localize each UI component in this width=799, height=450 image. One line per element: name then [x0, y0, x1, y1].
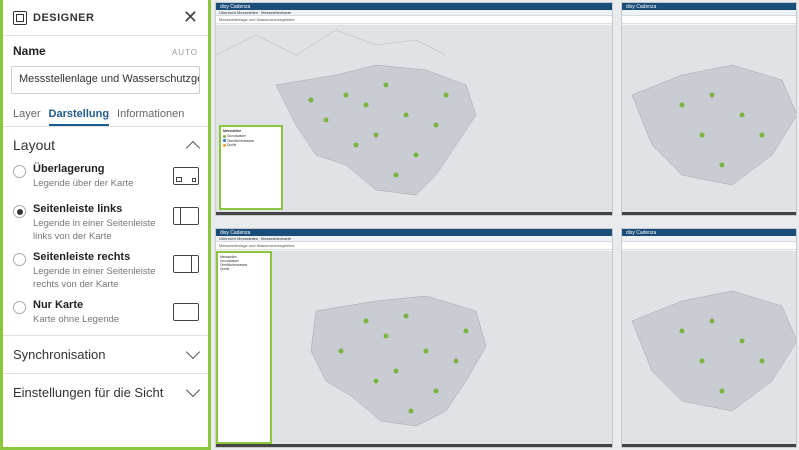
- name-label: Name: [13, 44, 46, 58]
- option-sidebar-left[interactable]: Seitenleiste links Legende in einer Seit…: [3, 199, 208, 247]
- designer-header: DESIGNER ✕: [3, 0, 208, 36]
- legend-item: Oberflächenwasser: [227, 138, 255, 143]
- map-svg: [631, 290, 796, 412]
- map[interactable]: Messstellen Grundwasser Oberflächenwasse…: [216, 25, 612, 212]
- legend-sidebar: Messstellen Grundwasser Oberflächenwasse…: [216, 251, 272, 444]
- legend-item: Grundwasser: [227, 134, 246, 138]
- tab-informationen[interactable]: Informationen: [117, 108, 184, 126]
- screenshot-root: DESIGNER ✕ Name AUTO Messstellenlage und…: [0, 0, 799, 450]
- tab-label: Übersicht Messstellen: [219, 236, 259, 241]
- layout-overlay-icon: [173, 167, 199, 185]
- view-settings-section-header[interactable]: Einstellungen für die Sicht: [3, 373, 208, 411]
- chevron-down-icon[interactable]: [185, 344, 201, 360]
- app-title: disy Cadenza: [626, 3, 657, 10]
- map[interactable]: Messstellen Grundwasser Oberflächenwasse…: [216, 251, 612, 444]
- tab-layer[interactable]: Layer: [13, 108, 41, 126]
- layout-sidebar-right-icon: [173, 255, 199, 273]
- layout-heading: Layout: [13, 137, 56, 153]
- auto-badge[interactable]: AUTO: [172, 48, 198, 57]
- close-icon[interactable]: ✕: [183, 7, 198, 28]
- tab-darstellung[interactable]: Darstellung: [48, 108, 110, 126]
- radio-overlay[interactable]: [13, 165, 26, 178]
- app-title: disy Cadenza: [220, 229, 251, 236]
- map[interactable]: [622, 25, 796, 212]
- tab-label: Übersicht Messstellen: [219, 10, 259, 15]
- layout-sidebar-left-icon: [173, 207, 199, 225]
- option-overlay[interactable]: Überlagerung Legende über der Karte: [3, 159, 208, 199]
- view-settings-heading: Einstellungen für die Sicht: [13, 385, 164, 400]
- preview-overlay: disy Cadenza Übersicht Messstellen Messst…: [215, 2, 613, 216]
- option-sidebar-right[interactable]: Seitenleiste rechts Legende in einer Sei…: [3, 247, 208, 295]
- designer-panel: DESIGNER ✕ Name AUTO Messstellenlage und…: [0, 0, 211, 450]
- radio-sidebar-left[interactable]: [13, 205, 26, 218]
- layout-map-only-icon: [173, 303, 199, 321]
- option-map-only[interactable]: Nur Karte Karte ohne Legende: [3, 295, 208, 335]
- radio-sidebar-right[interactable]: [13, 253, 26, 266]
- map-svg: [631, 64, 796, 186]
- toolbar-text: Messstellenlage und Wasserschutzgebiete: [219, 17, 295, 22]
- map[interactable]: [622, 251, 796, 444]
- map-svg: [310, 295, 487, 427]
- legend-title: Messstellen: [223, 129, 242, 133]
- preview-map-only: disy Cadenza: [621, 2, 797, 216]
- tab-label: Messstellenkarte: [261, 10, 292, 15]
- legend-item: Quelle: [220, 267, 230, 271]
- preview-sidebar-left: disy Cadenza Übersicht Messstellen Messst…: [215, 228, 613, 448]
- legend-overlay: Messstellen Grundwasser Oberflächenwasse…: [219, 125, 283, 210]
- name-input[interactable]: Messstellenlage und Wasserschutzge: [11, 66, 200, 94]
- tab-label: Messstellenkarte: [261, 236, 292, 241]
- designer-title: DESIGNER: [33, 11, 95, 24]
- chevron-down-icon[interactable]: [185, 382, 201, 398]
- name-row: Name AUTO: [3, 36, 208, 62]
- designer-icon: [13, 10, 27, 25]
- app-title: disy Cadenza: [626, 229, 657, 236]
- chevron-up-icon[interactable]: [185, 140, 201, 155]
- app-title: disy Cadenza: [220, 3, 251, 10]
- layout-section-header[interactable]: Layout: [3, 127, 208, 159]
- legend-item: Quelle: [227, 143, 237, 147]
- sync-section-header[interactable]: Synchronisation: [3, 335, 208, 373]
- radio-map-only[interactable]: [13, 301, 26, 314]
- designer-tabs: Layer Darstellung Informationen: [3, 94, 208, 127]
- preview-sidebar-right: disy Cadenza: [621, 228, 797, 448]
- toolbar-text: Messstellenlage und Wasserschutzgebiete: [219, 243, 295, 248]
- sync-heading: Synchronisation: [13, 347, 106, 362]
